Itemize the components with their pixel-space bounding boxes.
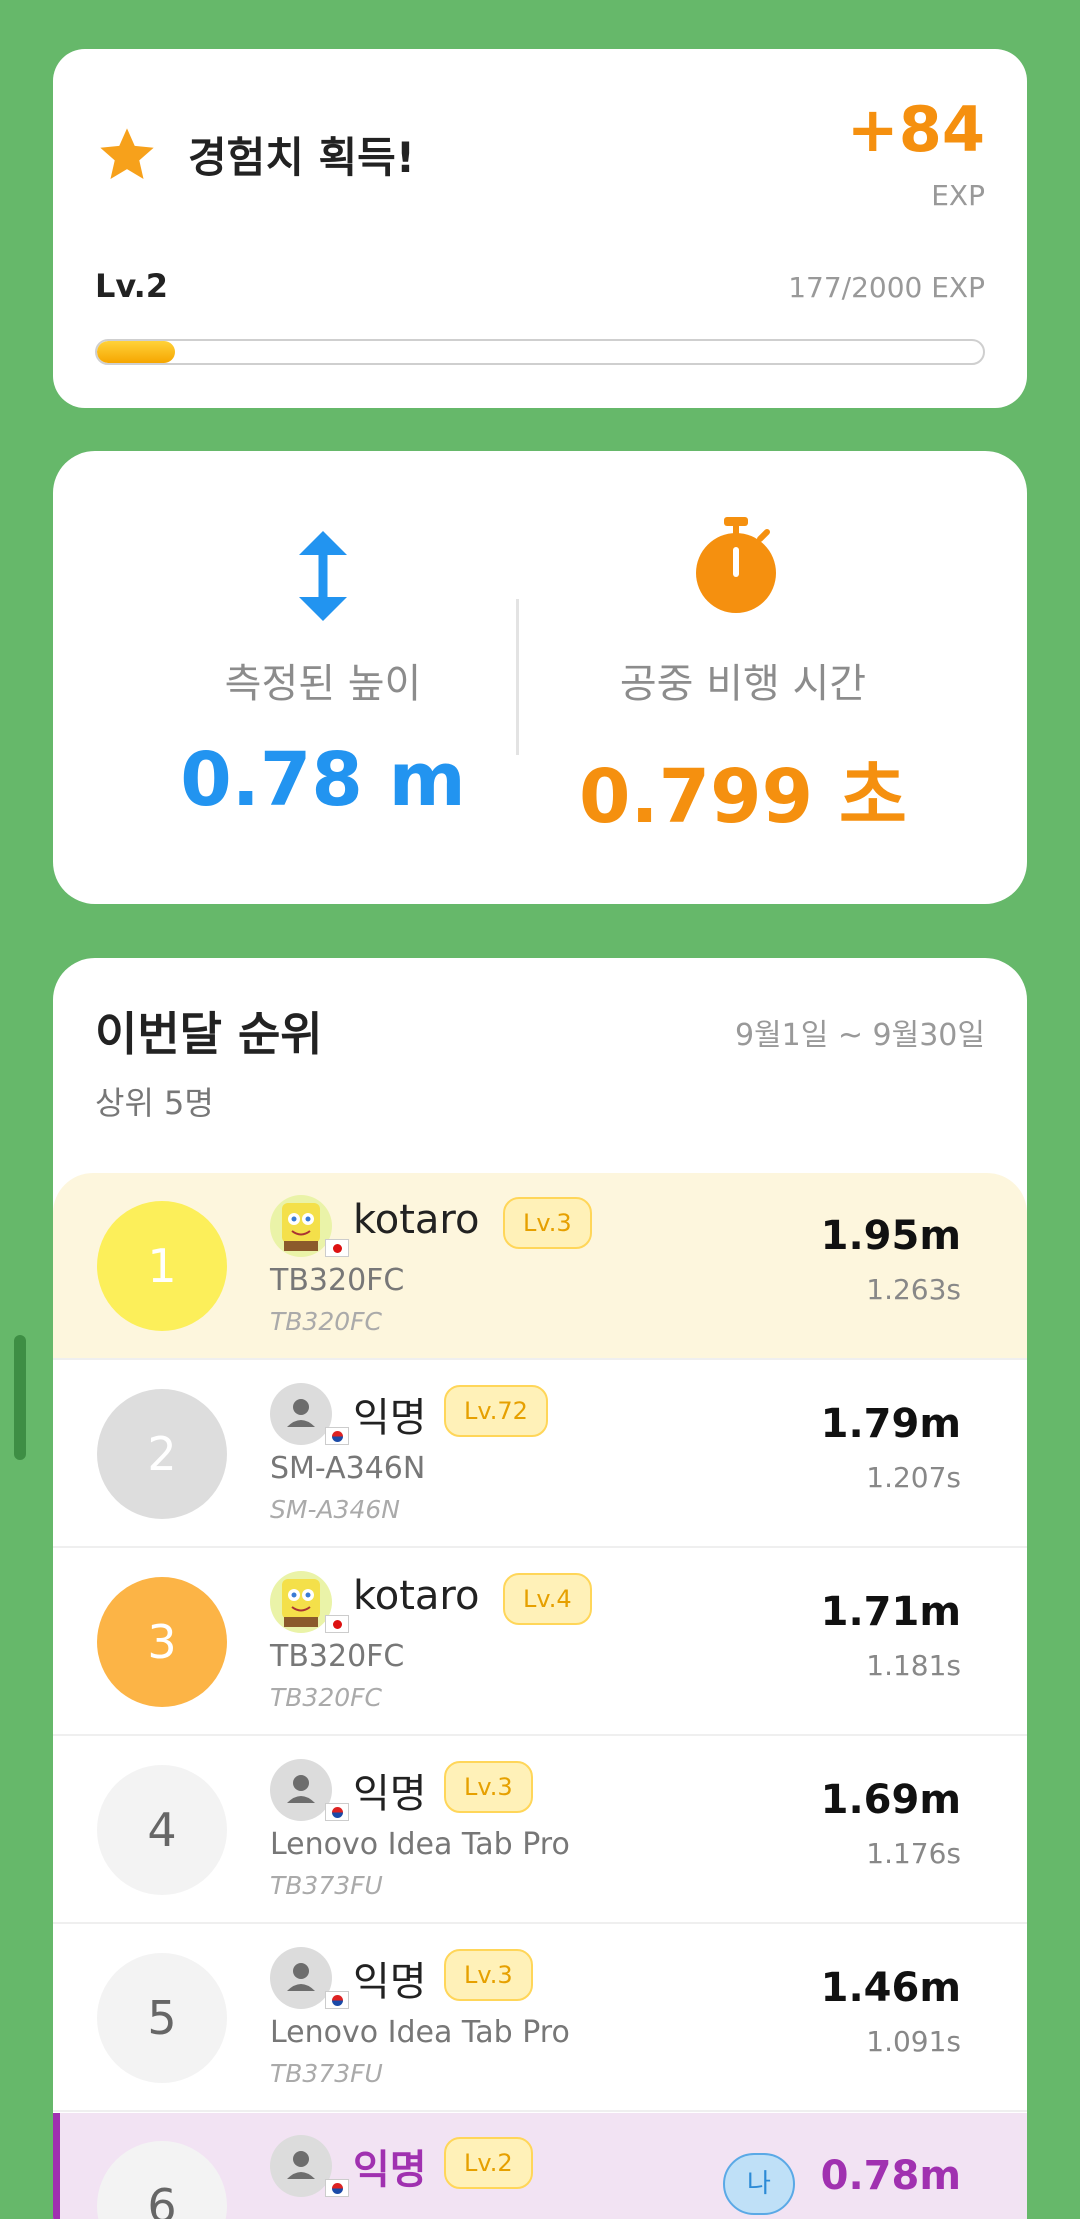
device-name: TB320FC bbox=[270, 1263, 405, 1298]
user-avatar bbox=[270, 1383, 332, 1445]
ranking-title: 이번달 순위 bbox=[95, 1007, 323, 1061]
height-value: 0.78 m bbox=[180, 737, 466, 823]
japan-flag-icon bbox=[325, 1615, 349, 1633]
level-badge: Lv.3 bbox=[503, 1197, 592, 1249]
airtime-value: 0.799 초 bbox=[579, 754, 907, 840]
level-badge: Lv.3 bbox=[444, 1949, 533, 2001]
rank-number: 4 bbox=[97, 1765, 227, 1895]
user-name: 익명 bbox=[353, 1395, 427, 1441]
exp-gain: +84 bbox=[846, 93, 985, 166]
vertical-arrows-icon bbox=[299, 531, 347, 621]
ranking-row[interactable]: 2 익명 Lv.72 SM-A346N SM-A346N 1.79m 1.207s bbox=[53, 1361, 1027, 1548]
ranking-row[interactable]: 5 익명 Lv.3 Lenovo Idea Tab Pro TB373FU 1.46m 1… bbox=[53, 1925, 1027, 2112]
device-name: Lenovo Idea Tab Pro bbox=[270, 2015, 570, 2050]
device-name: SM-A346N bbox=[270, 1451, 426, 1486]
air-time: 1.181s bbox=[866, 1649, 961, 1682]
air-time: 1.091s bbox=[866, 2025, 961, 2058]
level-badge: Lv.2 bbox=[444, 2137, 533, 2189]
jump-height: 1.95m bbox=[820, 1213, 961, 1259]
device-model: TB320FC bbox=[270, 1307, 382, 1336]
ranking-subtitle: 상위 5명 bbox=[95, 1084, 214, 1122]
korea-flag-icon bbox=[325, 1427, 349, 1445]
measurement-card: 측정된 높이 공중 비행 시간 0.78 m 0.799 초 bbox=[53, 451, 1027, 904]
ranking-card: 이번달 순위 9월1일 ~ 9월30일 상위 5명 1 kotaro Lv.3 TB… bbox=[53, 958, 1027, 2219]
ranking-row[interactable]: 4 익명 Lv.3 Lenovo Idea Tab Pro TB373FU 1.69m 1… bbox=[53, 1737, 1027, 1924]
exp-card: 경험치 획득! +84 EXP Lv.2 177/2000 EXP bbox=[53, 49, 1027, 408]
jump-height: 0.78m bbox=[820, 2153, 961, 2199]
jump-height: 1.69m bbox=[820, 1777, 961, 1823]
korea-flag-icon bbox=[325, 2179, 349, 2197]
my-row-indicator bbox=[53, 2113, 60, 2219]
user-name: kotaro bbox=[353, 1573, 480, 1619]
edge-panel-handle[interactable] bbox=[14, 1335, 26, 1460]
user-avatar bbox=[270, 1759, 332, 1821]
device-name: TB320FC bbox=[270, 1639, 405, 1674]
level-badge: Lv.72 bbox=[444, 1385, 548, 1437]
jump-height: 1.71m bbox=[820, 1589, 961, 1635]
user-avatar bbox=[270, 1571, 332, 1633]
stopwatch-icon bbox=[696, 517, 776, 613]
rank-number: 3 bbox=[97, 1577, 227, 1707]
level-label: Lv.2 bbox=[95, 267, 169, 305]
ranking-period: 9월1일 ~ 9월30일 bbox=[734, 1018, 985, 1053]
height-label: 측정된 높이 bbox=[224, 661, 422, 707]
korea-flag-icon bbox=[325, 1991, 349, 2009]
air-time: 1.176s bbox=[866, 1837, 961, 1870]
jump-height: 1.46m bbox=[820, 1965, 961, 2011]
device-model: SM-A346N bbox=[270, 1495, 400, 1524]
exp-title: 경험치 획득! bbox=[188, 133, 415, 182]
air-time: 1.207s bbox=[866, 1461, 961, 1494]
japan-flag-icon bbox=[325, 1239, 349, 1257]
user-avatar bbox=[270, 1195, 332, 1257]
level-badge: Lv.4 bbox=[503, 1573, 592, 1625]
user-name: 익명 bbox=[353, 1771, 427, 1817]
level-badge: Lv.3 bbox=[444, 1761, 533, 1813]
exp-progress-fill bbox=[97, 341, 176, 363]
rank-number: 5 bbox=[97, 1953, 227, 2083]
user-name: kotaro bbox=[353, 1197, 480, 1243]
user-name: 익명 bbox=[353, 2147, 427, 2193]
korea-flag-icon bbox=[325, 1803, 349, 1821]
star-icon bbox=[100, 128, 154, 179]
me-badge: 나 bbox=[723, 2153, 795, 2215]
airtime-label: 공중 비행 시간 bbox=[619, 661, 867, 707]
rank-number: 2 bbox=[97, 1389, 227, 1519]
rank-number: 6 bbox=[97, 2141, 227, 2219]
rank-number: 1 bbox=[97, 1201, 227, 1331]
exp-unit: EXP bbox=[931, 179, 985, 212]
air-time: 1.263s bbox=[866, 1273, 961, 1306]
jump-height: 1.79m bbox=[820, 1401, 961, 1447]
device-model: TB320FC bbox=[270, 1683, 382, 1712]
device-model: TB373FU bbox=[270, 1871, 383, 1900]
user-name: 익명 bbox=[353, 1959, 427, 2005]
device-model: TB373FU bbox=[270, 2059, 383, 2088]
exp-progress-bar bbox=[95, 339, 985, 365]
user-avatar bbox=[270, 2135, 332, 2197]
exp-progress-text: 177/2000 EXP bbox=[788, 271, 985, 304]
my-rank-row[interactable]: 6 익명 Lv.2 나 0.78m bbox=[53, 2113, 1027, 2219]
device-name: Lenovo Idea Tab Pro bbox=[270, 1827, 570, 1862]
user-avatar bbox=[270, 1947, 332, 2009]
ranking-row[interactable]: 3 kotaro Lv.4 TB320FC TB320FC 1.71m 1.181s bbox=[53, 1549, 1027, 1736]
ranking-row[interactable]: 1 kotaro Lv.3 TB320FC TB320FC 1.95m 1.263s bbox=[53, 1173, 1027, 1360]
